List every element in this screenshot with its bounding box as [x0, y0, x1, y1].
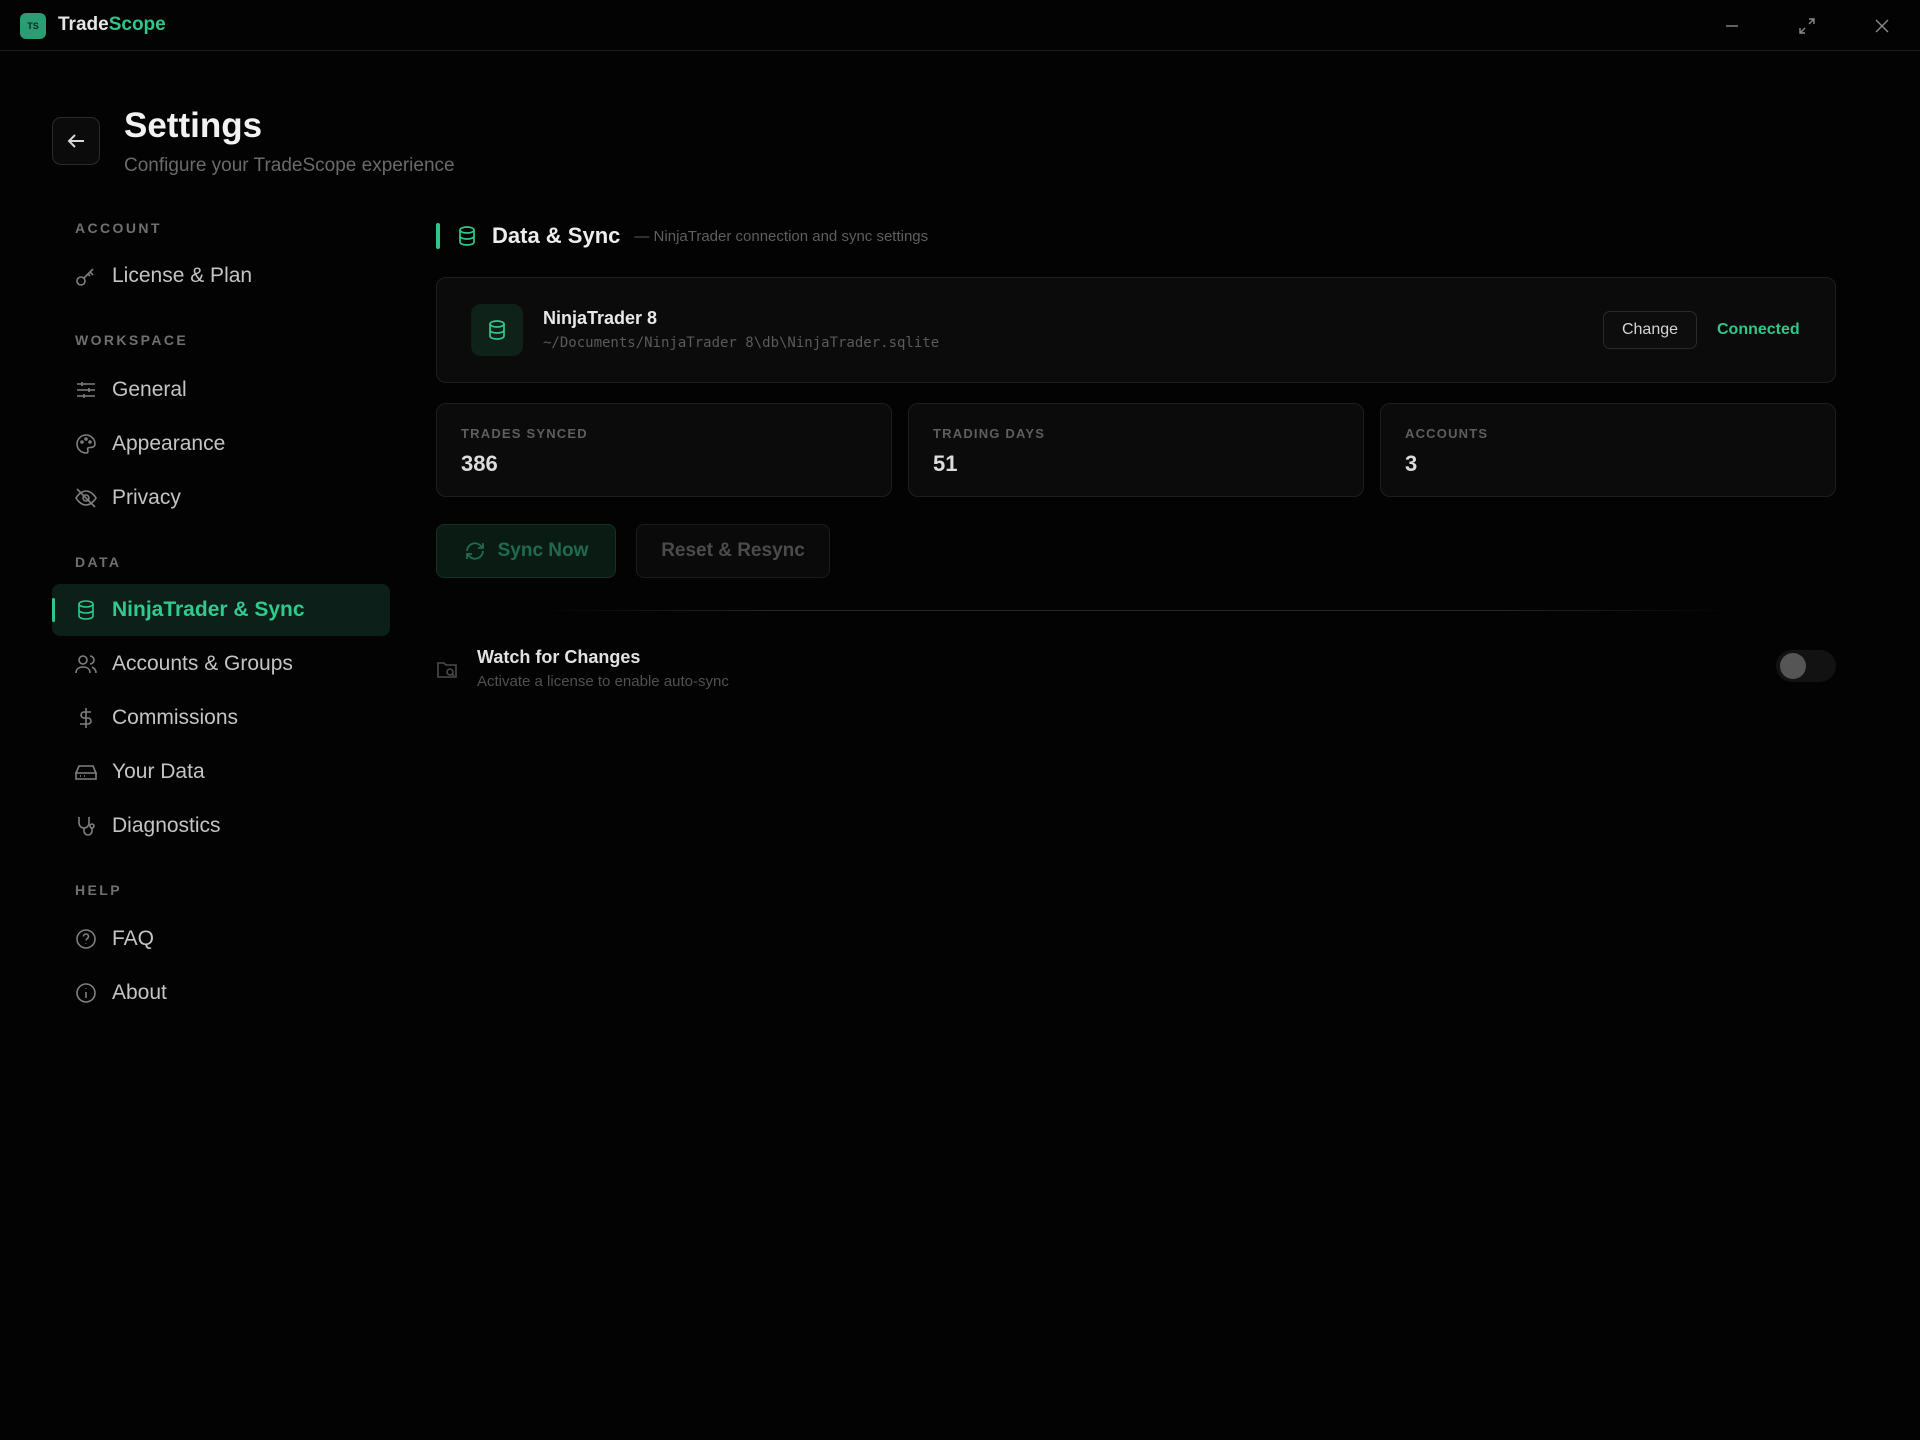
stat-value: 386 — [461, 451, 498, 476]
sidebar-item-label: Commissions — [112, 706, 239, 729]
stat-value: 3 — [1405, 451, 1418, 476]
database-path: ~/Documents/NinjaTrader 8\db\NinjaTrader… — [543, 335, 940, 351]
dollar-icon — [74, 706, 98, 730]
page-title: Settings — [124, 106, 263, 145]
sidebar-section-data: DATA — [75, 554, 122, 570]
palette-icon — [74, 432, 98, 456]
sidebar-item-commissions[interactable]: Commissions — [52, 692, 390, 744]
key-icon — [74, 264, 98, 288]
sidebar-item-privacy[interactable]: Privacy — [52, 472, 390, 524]
sync-now-button[interactable]: Sync Now — [436, 524, 616, 578]
status-badge: Connected — [1717, 321, 1800, 338]
minimize-button[interactable] — [1712, 12, 1752, 40]
sidebar-item-ninjatrader-sync[interactable]: NinjaTrader & Sync — [52, 584, 390, 636]
close-button[interactable] — [1862, 12, 1902, 40]
sidebar-item-label: License & Plan — [112, 264, 253, 287]
sidebar-item-label: Accounts & Groups — [112, 652, 293, 675]
sidebar-item-diagnostics[interactable]: Diagnostics — [52, 800, 390, 852]
stat-card-trading-days: TRADING DAYS 51 — [908, 403, 1364, 497]
sidebar-section-help: HELP — [75, 882, 122, 898]
section-header: Data & Sync — NinjaTrader connection and… — [436, 222, 928, 250]
stat-label: TRADES SYNCED — [461, 426, 588, 441]
refresh-icon — [465, 542, 484, 560]
change-button[interactable]: Change — [1603, 311, 1697, 349]
stat-value: 51 — [933, 451, 958, 476]
sidebar-item-label: NinjaTrader & Sync — [112, 598, 305, 621]
connection-name: NinjaTrader 8 — [543, 308, 658, 328]
minimize-icon — [1726, 25, 1738, 27]
database-icon — [456, 224, 480, 248]
sidebar-item-label: Diagnostics — [112, 814, 221, 837]
users-icon — [74, 652, 98, 676]
sidebar-item-label: About — [112, 981, 167, 1004]
database-icon — [471, 304, 523, 356]
section-title: Data & Sync — [492, 223, 621, 248]
help-circle-icon — [74, 927, 98, 951]
eye-off-icon — [74, 486, 98, 510]
stat-card-accounts: ACCOUNTS 3 — [1380, 403, 1836, 497]
app-title-part2: Scope — [108, 14, 166, 35]
toggle-knob — [1780, 653, 1806, 679]
app-title: TradeScope — [58, 14, 166, 36]
sidebar-item-accounts-groups[interactable]: Accounts & Groups — [52, 638, 390, 690]
info-icon — [74, 981, 98, 1005]
sidebar-item-label: Appearance — [112, 432, 226, 455]
stat-label: ACCOUNTS — [1405, 426, 1489, 441]
sidebar-item-license[interactable]: License & Plan — [52, 250, 390, 302]
sidebar-item-your-data[interactable]: Your Data — [52, 746, 390, 798]
watch-changes-toggle[interactable] — [1776, 650, 1836, 682]
sidebar-section-account: ACCOUNT — [75, 220, 162, 236]
page-subtitle: Configure your TradeScope experience — [124, 155, 455, 176]
stat-label: TRADING DAYS — [933, 426, 1046, 441]
watch-changes-subtitle: Activate a license to enable auto-sync — [477, 673, 729, 690]
app-title-part1: Trade — [58, 14, 109, 35]
hard-drive-icon — [74, 760, 98, 784]
close-icon — [1875, 19, 1889, 33]
sidebar-item-appearance[interactable]: Appearance — [52, 418, 390, 470]
arrow-left-icon — [67, 134, 84, 148]
sidebar-item-label: Privacy — [112, 486, 181, 509]
sidebar-item-label: General — [112, 378, 187, 401]
sync-now-label: Sync Now — [497, 540, 589, 561]
section-accent-bar — [436, 223, 440, 249]
back-button[interactable] — [52, 117, 100, 165]
sliders-icon — [74, 378, 98, 402]
sidebar-item-label: FAQ — [112, 927, 155, 950]
maximize-icon — [1799, 18, 1815, 34]
database-icon — [74, 598, 98, 622]
reset-resync-button[interactable]: Reset & Resync — [636, 524, 830, 578]
section-description: — NinjaTrader connection and sync settin… — [634, 227, 929, 245]
sidebar-item-general[interactable]: General — [52, 364, 390, 416]
title-bar: TS TradeScope — [0, 0, 1920, 51]
connection-card: NinjaTrader 8 ~/Documents/NinjaTrader 8\… — [436, 277, 1836, 383]
sidebar-item-label: Your Data — [112, 760, 205, 783]
stat-card-trades: TRADES SYNCED 386 — [436, 403, 892, 497]
maximize-button[interactable] — [1787, 12, 1827, 40]
app-logo: TS — [20, 13, 46, 39]
logo-text: TS — [27, 21, 39, 31]
sidebar-item-about[interactable]: About — [52, 967, 390, 1019]
sidebar-item-faq[interactable]: FAQ — [52, 913, 390, 965]
folder-watch-icon — [436, 658, 458, 680]
stethoscope-icon — [74, 814, 98, 838]
divider — [536, 610, 1736, 611]
sidebar-section-workspace: WORKSPACE — [75, 332, 189, 348]
watch-changes-title: Watch for Changes — [477, 647, 641, 667]
